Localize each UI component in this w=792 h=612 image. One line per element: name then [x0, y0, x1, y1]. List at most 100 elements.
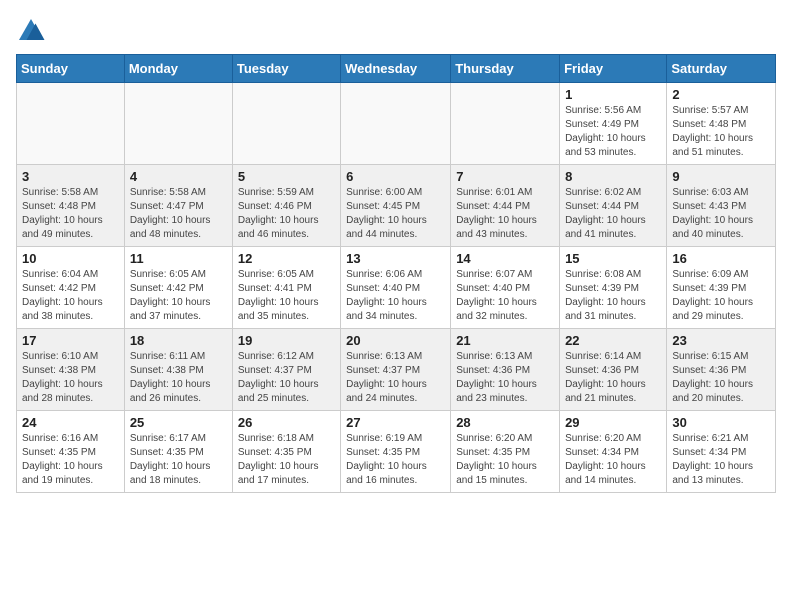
day-info: Sunrise: 6:18 AM Sunset: 4:35 PM Dayligh…: [238, 432, 335, 488]
day-info: Sunrise: 6:21 AM Sunset: 4:34 PM Dayligh…: [672, 432, 770, 488]
day-info: Sunrise: 6:05 AM Sunset: 4:42 PM Dayligh…: [130, 268, 227, 324]
day-number: 8: [565, 169, 661, 184]
calendar-day-cell: 22 Sunrise: 6:14 AM Sunset: 4:36 PM Dayli…: [560, 329, 667, 411]
day-info: Sunrise: 5:56 AM Sunset: 4:49 PM Dayligh…: [565, 104, 661, 160]
calendar-day-cell: 4 Sunrise: 5:58 AM Sunset: 4:47 PM Daylig…: [124, 165, 232, 247]
logo-icon: [16, 16, 46, 46]
calendar-day-cell: 21Sunrise: 6:13 AM Sunset: 4:36 PM Dayli…: [451, 329, 560, 411]
calendar-day-cell: 9 Sunrise: 6:03 AM Sunset: 4:43 PM Daylig…: [667, 165, 776, 247]
day-info: Sunrise: 6:08 AM Sunset: 4:39 PM Dayligh…: [565, 268, 661, 324]
day-number: 26: [238, 415, 335, 430]
calendar-day-cell: 7 Sunrise: 6:01 AM Sunset: 4:44 PM Daylig…: [451, 165, 560, 247]
calendar-day-cell: 20 Sunrise: 6:13 AM Sunset: 4:37 PM Dayli…: [341, 329, 451, 411]
calendar-week-row: 3 Sunrise: 5:58 AM Sunset: 4:48 PM Daylig…: [17, 165, 776, 247]
calendar-day-cell: 11 Sunrise: 6:05 AM Sunset: 4:42 PM Dayli…: [124, 247, 232, 329]
day-number: 28: [456, 415, 554, 430]
day-info: Sunrise: 6:07 AM Sunset: 4:40 PM Dayligh…: [456, 268, 554, 324]
day-number: 15: [565, 251, 661, 266]
calendar-day-cell: 14 Sunrise: 6:07 AM Sunset: 4:40 PM Dayli…: [451, 247, 560, 329]
calendar-day-cell: 10Sunrise: 6:04 AM Sunset: 4:42 PM Dayli…: [17, 247, 125, 329]
calendar-header-row: SundayMondayTuesdayWednesdayThursdayFrid…: [17, 55, 776, 83]
day-info: Sunrise: 5:58 AM Sunset: 4:48 PM Dayligh…: [22, 186, 119, 242]
calendar-day-cell: [232, 83, 340, 165]
day-info: Sunrise: 6:00 AM Sunset: 4:45 PM Dayligh…: [346, 186, 445, 242]
day-info: Sunrise: 6:12 AM Sunset: 4:37 PM Dayligh…: [238, 350, 335, 406]
logo: [16, 16, 50, 46]
calendar-day-cell: 12 Sunrise: 6:05 AM Sunset: 4:41 PM Dayli…: [232, 247, 340, 329]
day-info: Sunrise: 6:14 AM Sunset: 4:36 PM Dayligh…: [565, 350, 661, 406]
day-info: Sunrise: 5:58 AM Sunset: 4:47 PM Dayligh…: [130, 186, 227, 242]
day-info: Sunrise: 6:13 AM Sunset: 4:36 PM Dayligh…: [456, 350, 554, 406]
day-info: Sunrise: 6:01 AM Sunset: 4:44 PM Dayligh…: [456, 186, 554, 242]
day-info: Sunrise: 6:03 AM Sunset: 4:43 PM Dayligh…: [672, 186, 770, 242]
day-number: 25: [130, 415, 227, 430]
calendar-day-cell: 19 Sunrise: 6:12 AM Sunset: 4:37 PM Dayli…: [232, 329, 340, 411]
calendar-day-cell: 1 Sunrise: 5:56 AM Sunset: 4:49 PM Daylig…: [560, 83, 667, 165]
day-info: Sunrise: 6:05 AM Sunset: 4:41 PM Dayligh…: [238, 268, 335, 324]
day-number: 30: [672, 415, 770, 430]
day-number: 14: [456, 251, 554, 266]
day-number: 27: [346, 415, 445, 430]
day-info: Sunrise: 6:09 AM Sunset: 4:39 PM Dayligh…: [672, 268, 770, 324]
calendar-day-cell: 16 Sunrise: 6:09 AM Sunset: 4:39 PM Dayli…: [667, 247, 776, 329]
day-number: 4: [130, 169, 227, 184]
calendar-day-header: Sunday: [17, 55, 125, 83]
calendar-day-cell: 30 Sunrise: 6:21 AM Sunset: 4:34 PM Dayli…: [667, 411, 776, 493]
calendar-day-header: Thursday: [451, 55, 560, 83]
calendar-day-header: Wednesday: [341, 55, 451, 83]
calendar-day-cell: 13Sunrise: 6:06 AM Sunset: 4:40 PM Dayli…: [341, 247, 451, 329]
calendar-week-row: 1 Sunrise: 5:56 AM Sunset: 4:49 PM Daylig…: [17, 83, 776, 165]
day-info: Sunrise: 6:13 AM Sunset: 4:37 PM Dayligh…: [346, 350, 445, 406]
day-number: 10: [22, 251, 119, 266]
day-number: 3: [22, 169, 119, 184]
day-info: Sunrise: 6:19 AM Sunset: 4:35 PM Dayligh…: [346, 432, 445, 488]
calendar-day-cell: 2Sunrise: 5:57 AM Sunset: 4:48 PM Daylig…: [667, 83, 776, 165]
calendar-day-cell: 8Sunrise: 6:02 AM Sunset: 4:44 PM Daylig…: [560, 165, 667, 247]
day-info: Sunrise: 5:59 AM Sunset: 4:46 PM Dayligh…: [238, 186, 335, 242]
day-info: Sunrise: 6:11 AM Sunset: 4:38 PM Dayligh…: [130, 350, 227, 406]
calendar-day-header: Tuesday: [232, 55, 340, 83]
day-number: 12: [238, 251, 335, 266]
day-info: Sunrise: 6:17 AM Sunset: 4:35 PM Dayligh…: [130, 432, 227, 488]
day-number: 20: [346, 333, 445, 348]
day-info: Sunrise: 6:20 AM Sunset: 4:34 PM Dayligh…: [565, 432, 661, 488]
calendar-day-header: Saturday: [667, 55, 776, 83]
calendar-day-cell: [17, 83, 125, 165]
calendar-day-cell: 6 Sunrise: 6:00 AM Sunset: 4:45 PM Daylig…: [341, 165, 451, 247]
day-number: 22: [565, 333, 661, 348]
calendar-day-cell: 28 Sunrise: 6:20 AM Sunset: 4:35 PM Dayli…: [451, 411, 560, 493]
day-number: 29: [565, 415, 661, 430]
calendar-day-cell: 27 Sunrise: 6:19 AM Sunset: 4:35 PM Dayli…: [341, 411, 451, 493]
calendar-day-cell: 15 Sunrise: 6:08 AM Sunset: 4:39 PM Dayli…: [560, 247, 667, 329]
calendar-day-cell: 23Sunrise: 6:15 AM Sunset: 4:36 PM Dayli…: [667, 329, 776, 411]
calendar-day-cell: 3 Sunrise: 5:58 AM Sunset: 4:48 PM Daylig…: [17, 165, 125, 247]
day-number: 6: [346, 169, 445, 184]
day-number: 2: [672, 87, 770, 102]
calendar-day-header: Friday: [560, 55, 667, 83]
day-number: 11: [130, 251, 227, 266]
calendar-day-cell: 26 Sunrise: 6:18 AM Sunset: 4:35 PM Dayli…: [232, 411, 340, 493]
day-info: Sunrise: 6:16 AM Sunset: 4:35 PM Dayligh…: [22, 432, 119, 488]
day-number: 5: [238, 169, 335, 184]
day-number: 1: [565, 87, 661, 102]
calendar-week-row: 17Sunrise: 6:10 AM Sunset: 4:38 PM Dayli…: [17, 329, 776, 411]
calendar-day-cell: 18 Sunrise: 6:11 AM Sunset: 4:38 PM Dayli…: [124, 329, 232, 411]
day-number: 16: [672, 251, 770, 266]
calendar-day-cell: [341, 83, 451, 165]
day-number: 24: [22, 415, 119, 430]
day-info: Sunrise: 6:20 AM Sunset: 4:35 PM Dayligh…: [456, 432, 554, 488]
day-number: 18: [130, 333, 227, 348]
day-info: Sunrise: 6:10 AM Sunset: 4:38 PM Dayligh…: [22, 350, 119, 406]
calendar-day-cell: 25 Sunrise: 6:17 AM Sunset: 4:35 PM Dayli…: [124, 411, 232, 493]
calendar-week-row: 24 Sunrise: 6:16 AM Sunset: 4:35 PM Dayli…: [17, 411, 776, 493]
calendar-table: SundayMondayTuesdayWednesdayThursdayFrid…: [16, 54, 776, 493]
calendar-day-cell: 29 Sunrise: 6:20 AM Sunset: 4:34 PM Dayli…: [560, 411, 667, 493]
day-number: 7: [456, 169, 554, 184]
calendar-week-row: 10Sunrise: 6:04 AM Sunset: 4:42 PM Dayli…: [17, 247, 776, 329]
day-number: 19: [238, 333, 335, 348]
calendar-day-cell: 24 Sunrise: 6:16 AM Sunset: 4:35 PM Dayli…: [17, 411, 125, 493]
page-header: [16, 16, 776, 46]
day-number: 9: [672, 169, 770, 184]
calendar-day-header: Monday: [124, 55, 232, 83]
calendar-day-cell: [124, 83, 232, 165]
